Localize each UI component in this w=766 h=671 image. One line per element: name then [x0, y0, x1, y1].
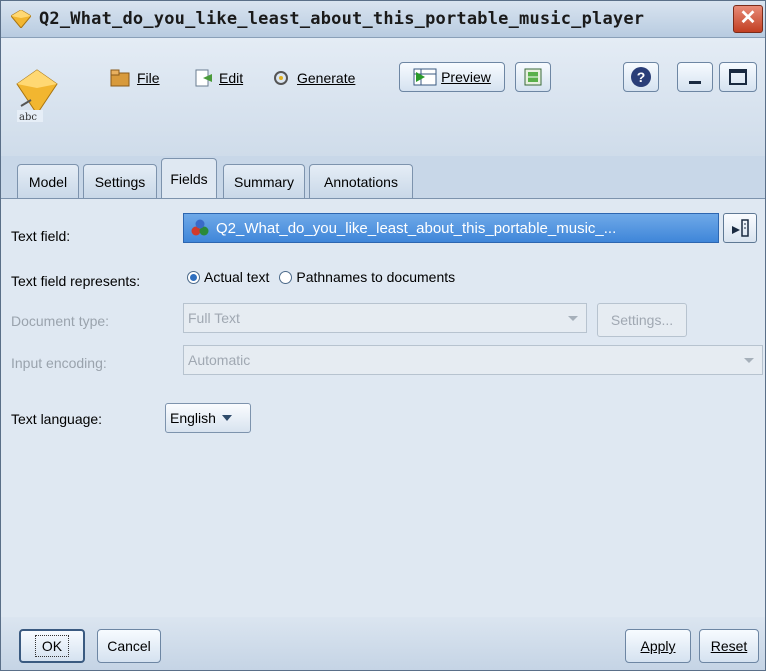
cancel-button-label: Cancel	[107, 638, 151, 654]
tab-settings[interactable]: Settings	[83, 164, 157, 198]
input-encoding-dropdown[interactable]: Automatic	[183, 345, 763, 375]
text-language-label: Text language:	[11, 411, 103, 427]
tab-fields-label: Fields	[170, 170, 208, 187]
edit-page-icon	[195, 69, 212, 87]
cancel-button[interactable]: Cancel	[97, 629, 161, 663]
tab-settings-label: Settings	[94, 173, 146, 190]
maximize-icon	[729, 69, 747, 85]
document-type-value: Full Text	[188, 310, 240, 326]
text-field-selector[interactable]: Q2_What_do_you_like_least_about_this_por…	[183, 213, 719, 243]
generate-menu-label: Generate	[297, 70, 356, 86]
actual-text-label: Actual text	[204, 269, 270, 285]
preview-table-icon	[413, 68, 437, 86]
help-icon: ?	[631, 67, 651, 87]
reset-button[interactable]: Reset	[699, 629, 759, 663]
apply-button-label: Apply	[640, 638, 676, 654]
text-language-value: English	[170, 410, 216, 426]
apply-button[interactable]: Apply	[625, 629, 691, 663]
fields-panel: Text field: Q2_What_do_you_like_least_ab…	[1, 198, 765, 618]
tab-model[interactable]: Model	[17, 164, 79, 198]
tab-summary-label: Summary	[234, 173, 294, 190]
generate-icon	[274, 71, 288, 85]
node-badge-text: abc	[19, 112, 37, 123]
tab-annotations-label: Annotations	[324, 173, 398, 190]
input-encoding-label: Input encoding:	[11, 355, 107, 371]
tab-fields[interactable]: Fields	[161, 158, 217, 198]
preview-button[interactable]: Preview	[399, 62, 505, 92]
generate-menu[interactable]: Generate	[271, 64, 355, 92]
document-type-label: Document type:	[11, 313, 110, 329]
output-table-icon	[524, 68, 542, 86]
represents-label: Text field represents:	[11, 273, 141, 289]
edit-menu[interactable]: Edit	[193, 64, 243, 92]
ok-button[interactable]: OK	[19, 629, 85, 663]
text-field-value: Q2_What_do_you_like_least_about_this_por…	[216, 219, 617, 237]
tab-model-label: Model	[28, 173, 68, 190]
input-encoding-value: Automatic	[188, 352, 251, 368]
radio-selected-icon	[187, 270, 200, 284]
document-settings-button[interactable]: Settings...	[597, 303, 687, 337]
folder-icon	[110, 69, 130, 87]
dialog-window: Q2_What_do_you_like_least_about_this_por…	[0, 0, 766, 671]
preview-button-label: Preview	[441, 69, 491, 85]
document-type-dropdown[interactable]: Full Text	[183, 303, 587, 333]
field-picker-button[interactable]	[723, 213, 757, 243]
chevron-down-icon	[568, 316, 578, 321]
field-type-icon	[191, 219, 209, 236]
document-settings-label: Settings...	[610, 312, 674, 328]
minimize-icon	[689, 80, 701, 84]
chevron-down-icon	[744, 358, 754, 363]
ok-button-label: OK	[34, 635, 70, 657]
text-mining-node-icon: abc	[16, 69, 58, 123]
tab-annotations[interactable]: Annotations	[309, 164, 413, 198]
node-diamond-icon	[11, 10, 31, 28]
chevron-down-icon	[221, 415, 232, 421]
output-options-button[interactable]	[515, 62, 551, 92]
represents-radio-group: Actual text Pathnames to documents	[187, 269, 455, 285]
close-button[interactable]: ✕	[733, 5, 763, 33]
maximize-button[interactable]	[719, 62, 757, 92]
file-menu-label: File	[137, 70, 160, 86]
minimize-button[interactable]	[677, 62, 713, 92]
file-menu[interactable]: File	[109, 64, 160, 92]
button-bar: OK Cancel Apply Reset	[1, 617, 765, 670]
text-field-label: Text field:	[11, 228, 71, 244]
radio-unselected-icon	[279, 270, 293, 284]
title-bar[interactable]: Q2_What_do_you_like_least_about_this_por…	[1, 1, 765, 38]
actual-text-radio[interactable]: Actual text	[187, 269, 269, 285]
pathnames-radio[interactable]: Pathnames to documents	[279, 269, 455, 285]
reset-button-label: Reset	[710, 638, 748, 654]
window-title: Q2_What_do_you_like_least_about_this_por…	[39, 9, 645, 29]
field-picker-icon	[732, 219, 749, 237]
edit-menu-label: Edit	[219, 70, 244, 86]
help-button[interactable]: ?	[623, 62, 659, 92]
pathnames-label: Pathnames to documents	[296, 269, 456, 285]
tab-summary[interactable]: Summary	[223, 164, 305, 198]
text-language-dropdown[interactable]: English	[165, 403, 251, 433]
tab-strip: Model Settings Fields Summary Annotation…	[1, 156, 765, 198]
toolbar-area: abc File Edit Generate Preview ?	[1, 38, 765, 156]
